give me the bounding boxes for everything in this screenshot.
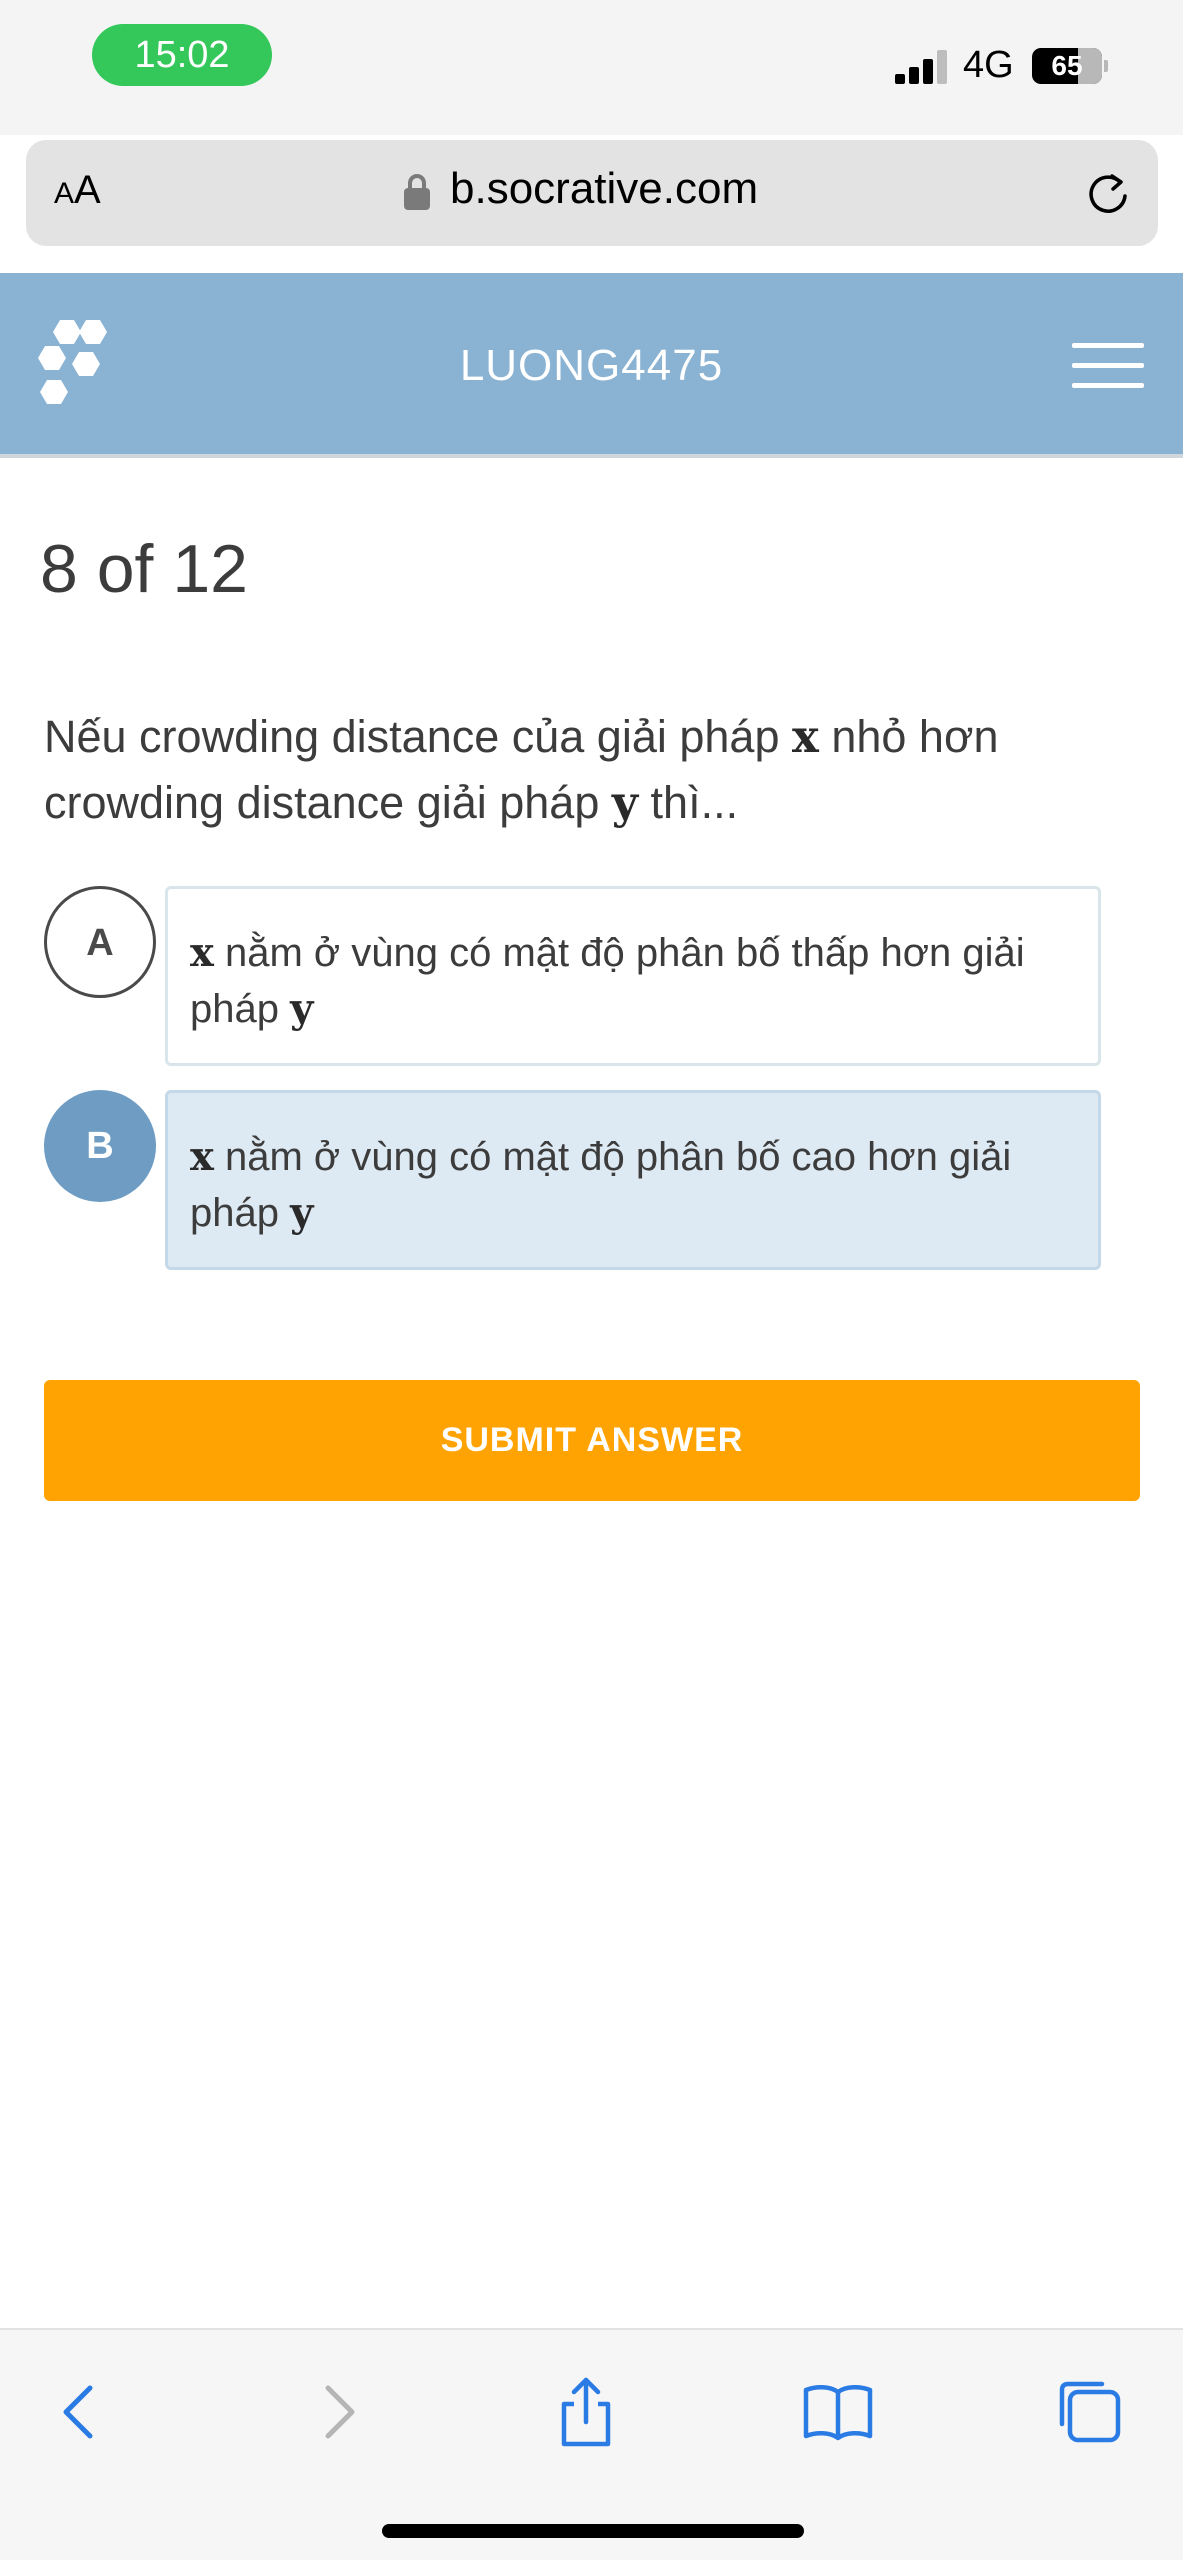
url-text[interactable]: b.socrative.com <box>450 164 758 214</box>
lock-icon <box>404 174 430 210</box>
home-indicator <box>382 2524 804 2538</box>
reload-icon[interactable] <box>1084 170 1132 218</box>
question-text: Nếu crowding distance của giải pháp x nh… <box>44 710 999 829</box>
bookmarks-icon[interactable] <box>798 2372 878 2452</box>
share-icon[interactable] <box>546 2372 626 2452</box>
app-header: LUONG4475 <box>0 273 1183 458</box>
room-name: LUONG4475 <box>459 341 724 390</box>
address-bar[interactable]: AA b.socrative.com <box>26 140 1158 246</box>
question-progress: 8 of 12 <box>40 531 248 607</box>
choice-a-circle[interactable]: A <box>44 886 156 998</box>
choice-b-option[interactable]: x nằm ở vùng có mật độ phân bố cao hơn g… <box>165 1090 1101 1270</box>
choice-b-circle[interactable]: B <box>44 1090 156 1202</box>
forward-icon[interactable] <box>298 2372 378 2452</box>
battery-tip <box>1104 60 1108 72</box>
status-time: 15:02 <box>92 24 272 86</box>
signal-icon <box>895 50 949 84</box>
back-icon[interactable] <box>40 2372 120 2452</box>
tabs-icon[interactable] <box>1050 2372 1130 2452</box>
text-size-button[interactable]: AA <box>54 168 101 213</box>
hamburger-menu-icon[interactable] <box>1072 343 1144 389</box>
submit-answer-button[interactable]: SUBMIT ANSWER <box>44 1380 1140 1501</box>
network-type: 4G <box>963 44 1014 86</box>
status-bar: 15:02 4G 65 AA b.socrative.com <box>0 0 1183 246</box>
battery-level: 65 <box>1051 50 1083 81</box>
battery-icon: 65 <box>1032 48 1102 84</box>
choice-a-option[interactable]: x nằm ở vùng có mật độ phân bố thấp hơn … <box>165 886 1101 1066</box>
